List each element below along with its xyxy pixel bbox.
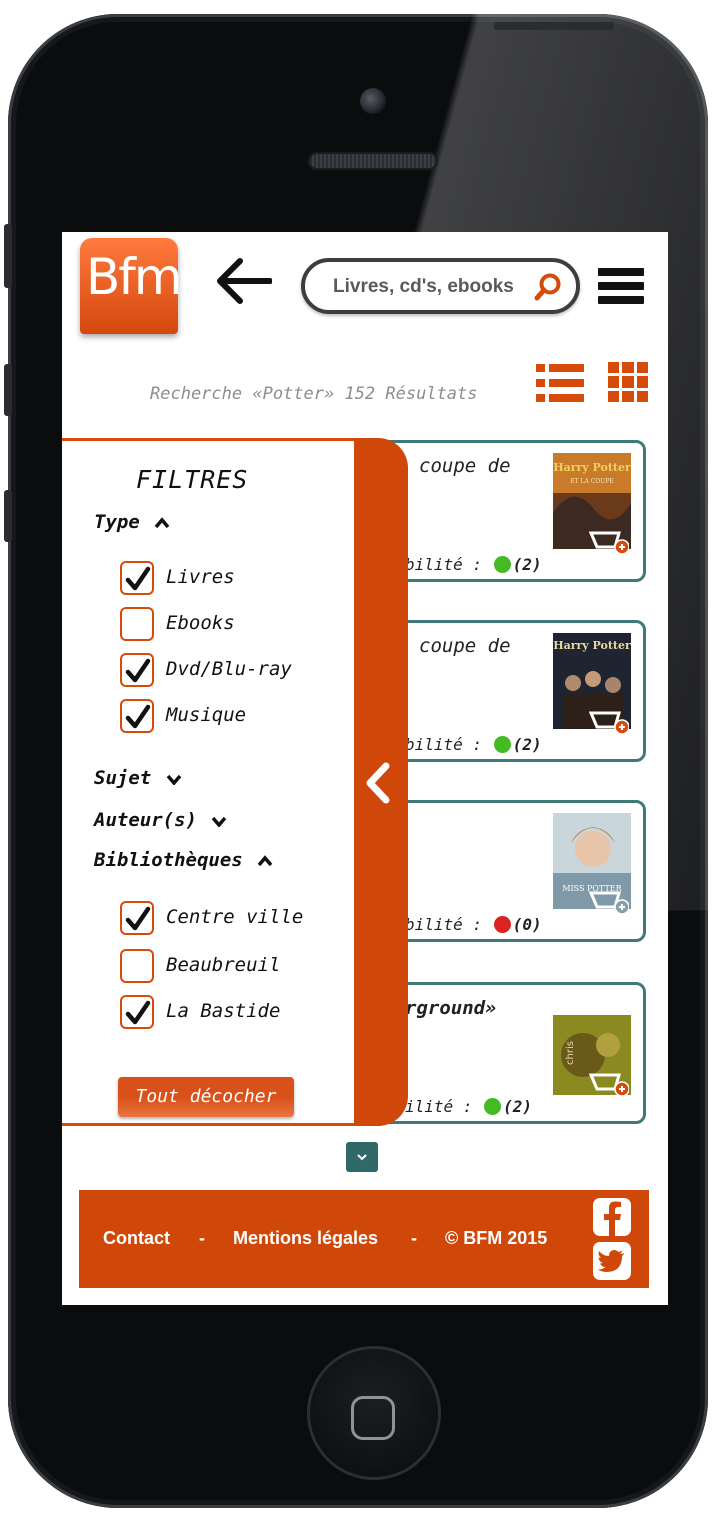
add-to-basket-icon[interactable] — [589, 705, 629, 735]
chevron-down-icon — [212, 816, 227, 828]
checkmark-icon — [125, 1000, 151, 1025]
mute-switch — [4, 224, 12, 288]
uncheck-all-label: Tout décocher — [135, 1086, 277, 1107]
option-label: La Bastide — [166, 1000, 281, 1022]
checkbox-checked[interactable] — [120, 699, 154, 733]
copyright-text: © BFM 2015 — [445, 1228, 548, 1248]
home-button-icon — [351, 1396, 395, 1440]
grid-view-icon[interactable] — [608, 362, 648, 402]
checkbox-unchecked[interactable] — [120, 949, 154, 983]
result-title: coupe de — [419, 455, 511, 477]
search-input[interactable]: Livres, cd's, ebooks — [301, 258, 580, 314]
option-label: Dvd/Blu-ray — [166, 658, 292, 680]
availability: bilité : (2) — [405, 555, 542, 574]
add-to-basket-icon[interactable] — [589, 885, 629, 915]
legal-notice-link[interactable]: Mentions légales — [233, 1228, 378, 1249]
checkbox-unchecked[interactable] — [120, 607, 154, 641]
volume-down-button — [4, 490, 12, 542]
chevron-down-icon — [357, 1154, 367, 1161]
hamburger-menu-icon[interactable] — [598, 268, 644, 310]
chevron-up-icon — [257, 854, 273, 866]
checkmark-icon — [125, 906, 151, 931]
checkbox-checked[interactable] — [120, 561, 154, 595]
svg-text:Harry Potter: Harry Potter — [553, 639, 631, 652]
footer: Contact - Mentions légales - © BFM 2015 — [79, 1190, 649, 1288]
search-placeholder: Livres, cd's, ebooks — [333, 276, 514, 297]
load-more-button[interactable] — [346, 1142, 378, 1172]
status-green-icon — [493, 736, 511, 753]
filter-panel: FILTRES Type Livres Ebooks Dvd/Blu-ray M… — [62, 438, 354, 1126]
add-to-basket-icon[interactable] — [589, 525, 629, 555]
chevron-left-icon[interactable] — [362, 760, 394, 806]
logo-text: Bfm — [86, 248, 183, 306]
filter-panel-toggle[interactable] — [352, 438, 408, 1126]
earpiece-speaker — [308, 152, 438, 170]
filter-group-bibliotheques[interactable]: Bibliothèques — [94, 849, 273, 871]
svg-text:ET LA COUPE: ET LA COUPE — [570, 478, 614, 485]
twitter-icon[interactable] — [593, 1242, 631, 1280]
filter-group-type[interactable]: Type — [94, 511, 170, 533]
filter-group-auteurs[interactable]: Auteur(s) — [94, 809, 227, 831]
list-view-icon[interactable] — [536, 364, 584, 402]
option-label: Ebooks — [166, 612, 235, 634]
footer-separator: - — [199, 1228, 205, 1248]
app-screen: Bfm Livres, cd's, ebooks Recherche «Pott… — [62, 232, 668, 1305]
bfm-logo[interactable]: Bfm — [80, 238, 183, 334]
availability: bilité : (2) — [405, 735, 542, 754]
results-summary: Recherche «Potter» 152 Résultats — [150, 384, 478, 404]
status-red-icon — [493, 916, 511, 933]
uncheck-all-button[interactable]: Tout décocher — [118, 1077, 294, 1117]
status-green-icon — [493, 556, 511, 573]
option-label: Musique — [166, 704, 247, 726]
status-green-icon — [484, 1098, 502, 1115]
option-label: Livres — [166, 566, 235, 588]
add-to-basket-icon[interactable] — [589, 1067, 629, 1097]
availability: bilité : (0) — [405, 915, 542, 934]
availability: ilité : (2) — [405, 1097, 532, 1116]
result-title: coupe de — [419, 635, 511, 657]
power-button — [494, 22, 614, 30]
svg-text:Harry Potter: Harry Potter — [553, 461, 631, 474]
result-title: rground» — [405, 997, 497, 1019]
checkmark-icon — [125, 566, 151, 591]
footer-separator: - — [411, 1228, 417, 1248]
checkbox-checked[interactable] — [120, 653, 154, 687]
option-label: Beaubreuil — [166, 954, 281, 976]
search-icon[interactable] — [533, 272, 563, 302]
contact-link[interactable]: Contact — [103, 1228, 170, 1249]
checkbox-checked[interactable] — [120, 901, 154, 935]
chevron-down-icon — [166, 774, 181, 786]
filter-group-sujet[interactable]: Sujet — [94, 767, 182, 789]
checkmark-icon — [125, 704, 151, 729]
facebook-icon[interactable] — [593, 1198, 631, 1236]
svg-text:chris: chris — [565, 1041, 576, 1065]
checkbox-checked[interactable] — [120, 995, 154, 1029]
checkmark-icon — [125, 658, 151, 683]
chevron-up-icon — [154, 516, 170, 528]
front-camera — [360, 88, 386, 114]
volume-up-button — [4, 364, 12, 416]
back-arrow-icon[interactable] — [214, 256, 272, 306]
option-label: Centre ville — [166, 906, 304, 928]
filter-title: FILTRES — [136, 465, 249, 494]
